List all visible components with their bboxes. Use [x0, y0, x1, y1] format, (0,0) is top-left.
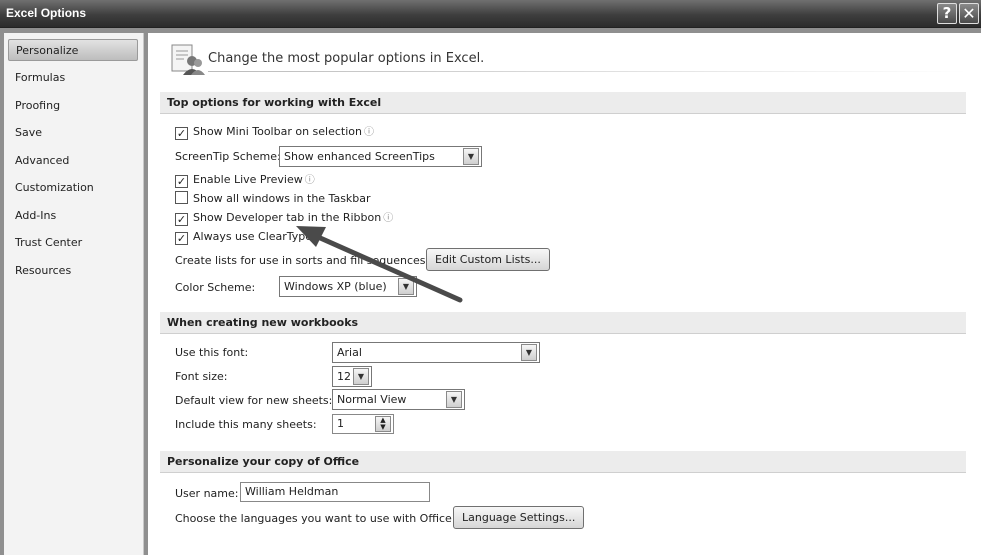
screentip-value: Show enhanced ScreenTips — [284, 150, 435, 163]
section-personalize-office: Personalize your copy of Office — [160, 451, 966, 473]
nav-item-advanced[interactable]: Advanced — [8, 150, 138, 172]
chevron-down-icon[interactable]: ▼ — [398, 278, 414, 295]
all-windows-option[interactable]: Show all windows in the Taskbar — [175, 190, 371, 208]
user-name-field[interactable]: William Heldman — [240, 482, 430, 502]
language-settings-button[interactable]: Language Settings... — [453, 506, 585, 529]
color-scheme-value: Windows XP (blue) — [284, 280, 387, 293]
live-preview-label: Enable Live Preview — [193, 173, 303, 186]
section-new-workbooks: When creating new workbooks — [160, 312, 966, 334]
default-view-label: Default view for new sheets: — [175, 394, 333, 407]
personalize-options-icon — [171, 44, 205, 75]
title-bar: Excel Options ? ✕ — [0, 0, 981, 28]
window-title: Excel Options — [6, 6, 87, 20]
developer-tab-label: Show Developer tab in the Ribbon — [193, 211, 382, 224]
edit-custom-lists-button[interactable]: Edit Custom Lists... — [426, 248, 550, 271]
chevron-down-icon[interactable]: ▼ — [521, 344, 537, 361]
close-button[interactable]: ✕ — [959, 3, 979, 24]
font-size-label: Font size: — [175, 370, 228, 383]
sheet-count-value: 1 — [337, 417, 344, 430]
cleartype-label: Always use ClearType — [193, 230, 313, 243]
options-panel: Change the most popular options in Excel… — [148, 33, 981, 555]
cleartype-checkbox[interactable]: ✓ — [175, 232, 188, 245]
spin-arrows-icon[interactable]: ▲ ▼ — [375, 416, 391, 432]
default-font-value: Arial — [337, 346, 362, 359]
nav-item-add-ins[interactable]: Add-Ins — [8, 205, 138, 227]
options-nav: Personalize Formulas Proofing Save Advan… — [4, 33, 144, 555]
nav-item-personalize[interactable]: Personalize — [8, 39, 138, 61]
section-top-options: Top options for working with Excel — [160, 92, 966, 114]
nav-item-customization[interactable]: Customization — [8, 177, 138, 199]
languages-label: Choose the languages you want to use wit… — [175, 512, 452, 525]
chevron-down-icon[interactable]: ▼ — [353, 368, 369, 385]
developer-tab-option[interactable]: ✓ Show Developer tab in the Ribbon ⓘ — [175, 209, 393, 227]
live-preview-option[interactable]: ✓ Enable Live Preview ⓘ — [175, 171, 315, 189]
nav-item-resources[interactable]: Resources — [8, 260, 138, 282]
chevron-down-icon[interactable]: ▼ — [446, 391, 462, 408]
info-icon: ⓘ — [383, 213, 394, 224]
mini-toolbar-checkbox[interactable]: ✓ — [175, 127, 188, 140]
nav-item-save[interactable]: Save — [8, 122, 138, 144]
all-windows-label: Show all windows in the Taskbar — [193, 192, 371, 205]
sheet-count-stepper[interactable]: 1 ▲ ▼ — [332, 414, 394, 434]
nav-item-formulas[interactable]: Formulas — [8, 67, 138, 89]
cleartype-option[interactable]: ✓ Always use ClearType — [175, 228, 312, 246]
chevron-down-icon[interactable]: ▼ — [463, 148, 479, 165]
info-icon: ⓘ — [364, 127, 374, 138]
live-preview-checkbox[interactable]: ✓ — [175, 175, 188, 188]
screentip-select[interactable]: Show enhanced ScreenTips ▼ — [279, 146, 482, 167]
developer-tab-checkbox[interactable]: ✓ — [175, 213, 188, 226]
help-button[interactable]: ? — [937, 3, 957, 24]
nav-item-proofing[interactable]: Proofing — [8, 95, 138, 117]
panel-heading: Change the most popular options in Excel… — [208, 51, 485, 66]
color-scheme-select[interactable]: Windows XP (blue) ▼ — [279, 276, 417, 297]
nav-item-trust-center[interactable]: Trust Center — [8, 232, 138, 254]
default-view-value: Normal View — [337, 393, 407, 406]
info-icon: ⓘ — [304, 175, 315, 186]
mini-toolbar-option[interactable]: ✓ Show Mini Toolbar on selection ⓘ — [175, 123, 374, 141]
font-size-value: 12 — [337, 370, 351, 383]
heading-divider — [208, 71, 968, 72]
color-scheme-label: Color Scheme: — [175, 281, 256, 294]
sheet-count-label: Include this many sheets: — [175, 418, 317, 431]
screentip-label: ScreenTip Scheme: — [175, 150, 281, 163]
font-size-select[interactable]: 12 ▼ — [332, 366, 372, 387]
mini-toolbar-label: Show Mini Toolbar on selection — [193, 125, 362, 138]
default-view-select[interactable]: Normal View ▼ — [332, 389, 465, 410]
custom-lists-label: Create lists for use in sorts and fill s… — [175, 254, 430, 267]
user-name-label: User name: — [175, 487, 239, 500]
all-windows-checkbox[interactable] — [175, 191, 188, 204]
default-font-label: Use this font: — [175, 346, 249, 359]
default-font-select[interactable]: Arial ▼ — [332, 342, 540, 363]
